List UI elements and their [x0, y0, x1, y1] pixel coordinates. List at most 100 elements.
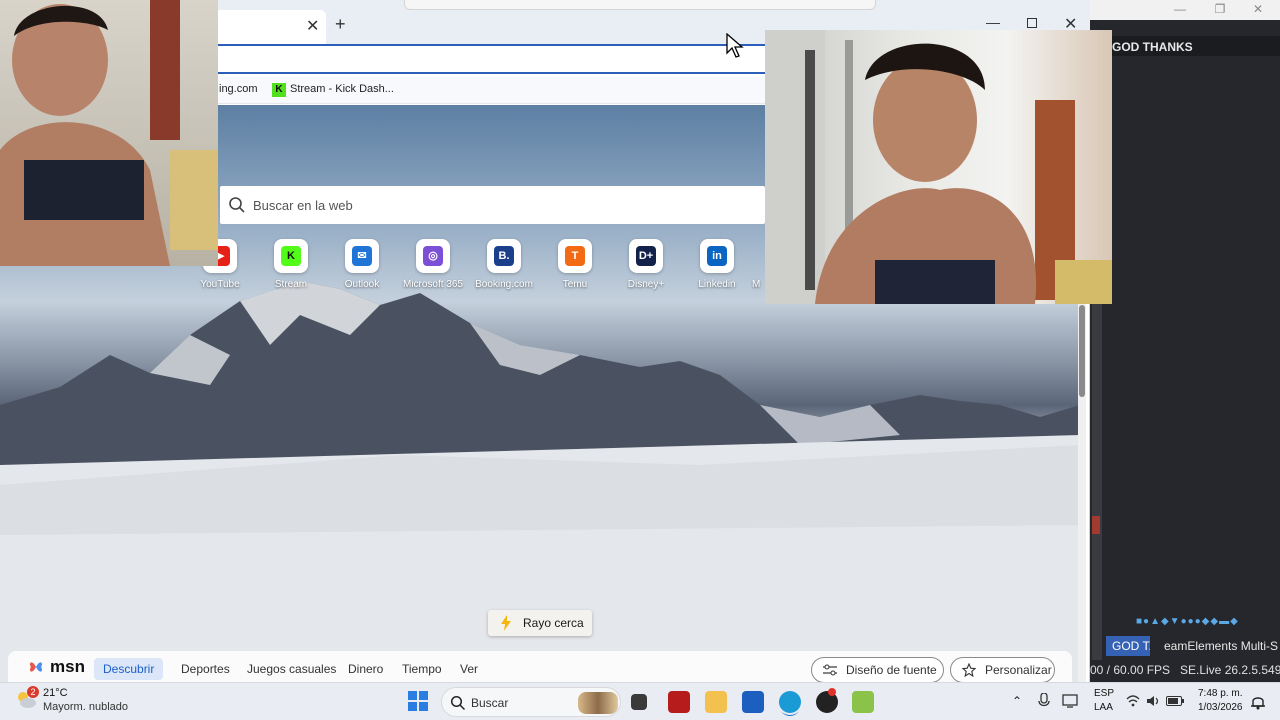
- tile-label: Booking.com: [475, 279, 533, 290]
- kick-icon: K: [274, 239, 308, 273]
- msn-wordmark: msn: [50, 657, 85, 676]
- tile-disney-plus[interactable]: D+ Disney+: [610, 239, 682, 290]
- mouse-cursor-icon: [726, 33, 744, 58]
- webcam-feed-image: [765, 30, 1112, 304]
- nav-descubrir[interactable]: Descubrir: [94, 658, 164, 680]
- tile-label: Temu: [562, 279, 588, 290]
- kick-icon: K: [272, 83, 286, 97]
- nav-dinero[interactable]: Dinero: [348, 662, 383, 676]
- booking-icon: B.: [487, 239, 521, 273]
- fps-readout: 00 / 60.00 FPS: [1090, 663, 1171, 677]
- recording-indicator: [1092, 516, 1100, 534]
- tray-overflow-chevron-icon[interactable]: ⌃: [1012, 694, 1022, 708]
- tile-label: M: [752, 279, 761, 290]
- tile-linkedin[interactable]: in Linkedin: [681, 239, 753, 290]
- temperature: 21°C: [43, 687, 68, 699]
- minimize-button[interactable]: —: [986, 14, 1000, 30]
- bg-minimize-button[interactable]: —: [1172, 2, 1188, 16]
- font-design-label: Diseño de fuente: [846, 663, 937, 677]
- plugin-icons-row[interactable]: ■●▲◆▼●●●◆◆▬◆: [1136, 616, 1276, 630]
- scrollbar-thumb[interactable]: [1079, 305, 1085, 397]
- dock-tab-active[interactable]: GOD T..: [1106, 636, 1150, 656]
- taskbar-search[interactable]: Buscar: [441, 687, 621, 717]
- battery-icon[interactable]: [1166, 696, 1184, 706]
- lightning-nearby-badge[interactable]: Rayo cerca: [488, 610, 592, 636]
- search-icon: [229, 197, 245, 213]
- microsoft-store-icon[interactable]: [742, 691, 764, 713]
- personalize-button[interactable]: Personalizar: [950, 657, 1055, 683]
- windows-taskbar: 2 21°C Mayorm. nublado Buscar ⌃ ESP LAA: [0, 682, 1280, 720]
- tile-label: Stream: [274, 279, 308, 290]
- tile-outlook[interactable]: ✉ Outlook: [326, 239, 398, 290]
- tile-partial[interactable]: M: [752, 239, 766, 290]
- tile-label: Microsoft 365: [402, 279, 464, 290]
- keyboard-layout-indicator[interactable]: LAA: [1094, 702, 1113, 713]
- file-explorer-icon[interactable]: [705, 691, 727, 713]
- tile-label: Linkedin: [698, 279, 736, 290]
- maximize-button[interactable]: [1027, 18, 1037, 28]
- microsoft-365-icon: ◎: [416, 239, 450, 273]
- status-bar: 00 / 60.00 FPS SE.Live 26.2.5.549: [1086, 660, 1280, 680]
- lightning-label: Rayo cerca: [523, 616, 584, 630]
- edge-browser-icon[interactable]: [779, 691, 801, 713]
- wifi-icon[interactable]: [1126, 694, 1140, 708]
- weather-alert-badge: 2: [27, 686, 39, 698]
- temu-icon: T: [558, 239, 592, 273]
- search-highlight-image: [578, 692, 618, 714]
- dock-panel-edge: [1092, 300, 1102, 660]
- sparkle-icon: [961, 663, 977, 677]
- background-app-titlebar: — ❐ ✕: [1086, 0, 1280, 20]
- webcam-overlay-left: [0, 0, 218, 266]
- tile-stream[interactable]: K Stream: [255, 239, 327, 290]
- web-search-box[interactable]: Buscar en la web: [220, 186, 765, 224]
- outlook-icon: ✉: [345, 239, 379, 273]
- microphone-icon[interactable]: [1038, 693, 1050, 709]
- version-label: SE.Live 26.2.5.549: [1180, 663, 1280, 677]
- font-design-button[interactable]: Diseño de fuente: [811, 657, 944, 683]
- app-icon-red-shield[interactable]: [668, 691, 690, 713]
- personalize-label: Personalizar: [985, 663, 1052, 677]
- dock-tab-streamelements[interactable]: eamElements Multi-S: [1158, 636, 1280, 656]
- search-placeholder: Buscar en la web: [253, 198, 353, 213]
- taskbar-search-label: Buscar: [471, 696, 509, 710]
- windows-start-icon[interactable]: [408, 691, 428, 711]
- clock-time[interactable]: 7:48 p. m.: [1198, 688, 1242, 699]
- tile-microsoft-365[interactable]: ◎ Microsoft 365: [397, 239, 469, 290]
- clock-date[interactable]: 1/03/2026: [1198, 702, 1243, 713]
- tile-booking[interactable]: B. Booking.com: [468, 239, 540, 290]
- task-view-icon[interactable]: [631, 694, 647, 710]
- tile-label: YouTube: [200, 279, 240, 290]
- nav-tiempo[interactable]: Tiempo: [402, 662, 442, 676]
- disney-plus-icon: D+: [629, 239, 663, 273]
- webcam-overlay-right: [765, 30, 1112, 304]
- notification-bell-icon[interactable]: [1251, 694, 1265, 710]
- nav-ver[interactable]: Ver: [460, 662, 478, 676]
- tile-label: Disney+: [627, 279, 665, 290]
- linkedin-icon: in: [700, 239, 734, 273]
- favorite-kick-dashboard[interactable]: Stream - Kick Dash...: [290, 83, 394, 95]
- msn-feed-bar: msn Descubrir Deportes Juegos casuales D…: [8, 651, 1072, 683]
- tile-temu[interactable]: T Temu: [539, 239, 611, 290]
- tile-label: Outlook: [344, 279, 380, 290]
- screen-share-icon[interactable]: [1062, 693, 1078, 709]
- nav-deportes[interactable]: Deportes: [181, 662, 230, 676]
- bg-close-button[interactable]: ✕: [1250, 2, 1266, 16]
- top-dropdown-panel: [404, 0, 876, 10]
- language-indicator[interactable]: ESP: [1094, 688, 1114, 699]
- search-icon: [450, 695, 466, 711]
- notification-dot-icon: [828, 688, 836, 696]
- tab-close-icon[interactable]: ✕: [306, 16, 319, 36]
- sliders-icon: [823, 664, 837, 676]
- bg-maximize-button[interactable]: ❐: [1212, 2, 1228, 16]
- nav-juegos-casuales[interactable]: Juegos casuales: [247, 662, 336, 676]
- weather-condition: Mayorm. nublado: [43, 701, 128, 713]
- favorite-booking[interactable]: ing.com: [219, 83, 258, 95]
- streaming-app-icon[interactable]: [852, 691, 874, 713]
- msn-logo[interactable]: msn: [28, 657, 85, 677]
- new-tab-button[interactable]: +: [335, 14, 346, 35]
- lightning-icon: [501, 615, 511, 631]
- scene-title: GOD THANKS: [1086, 36, 1280, 56]
- background-app-window: — ❐ ✕ GOD THANKS ■●▲◆▼●●●◆◆▬◆ GOD T.. ea…: [1086, 0, 1280, 682]
- webcam-feed-image: [0, 0, 218, 266]
- volume-icon[interactable]: [1146, 694, 1160, 708]
